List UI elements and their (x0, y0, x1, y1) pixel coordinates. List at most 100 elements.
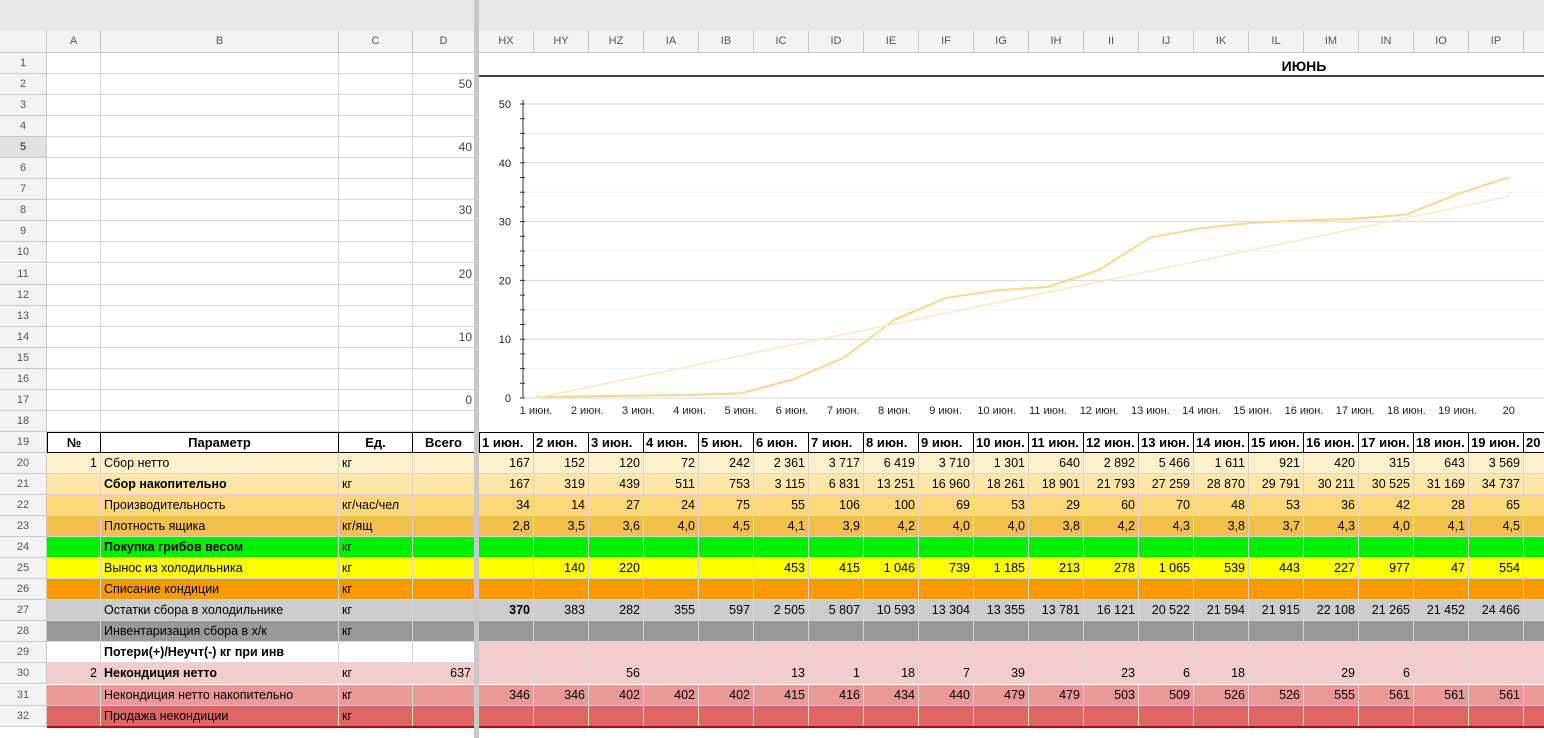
value-cell[interactable]: 152 (534, 452, 589, 474)
empty-cell[interactable] (413, 116, 475, 138)
value-cell[interactable] (479, 579, 534, 601)
total-cell[interactable] (413, 705, 475, 727)
value-cell[interactable]: 278 (1084, 558, 1139, 580)
value-cell[interactable]: 402 (644, 684, 699, 706)
value-cell[interactable] (1084, 705, 1139, 727)
empty-cell[interactable] (47, 221, 101, 243)
value-cell[interactable]: 18 (1194, 663, 1249, 685)
empty-cell[interactable] (47, 263, 101, 285)
value-cell[interactable]: 4,2 (864, 516, 919, 538)
value-cell[interactable]: 640 (1029, 452, 1084, 474)
value-cell[interactable]: 434 (864, 684, 919, 706)
value-cell[interactable]: 6 (1139, 663, 1194, 685)
value-cell[interactable] (699, 621, 754, 643)
column-header[interactable]: IO (1414, 31, 1469, 53)
select-all-corner[interactable] (0, 31, 47, 53)
param-cell[interactable]: Покупка грибов весом (101, 537, 339, 559)
value-cell[interactable]: 597 (699, 600, 754, 622)
value-cell[interactable] (1414, 537, 1469, 559)
row-header[interactable]: 9 (0, 221, 47, 243)
value-cell[interactable]: 453 (754, 558, 809, 580)
value-cell[interactable]: 65 (1469, 495, 1524, 517)
empty-cell[interactable] (47, 95, 101, 117)
value-cell[interactable] (1359, 705, 1414, 727)
row-number-cell[interactable]: 1 (47, 452, 101, 474)
value-cell[interactable]: 526 (1249, 684, 1304, 706)
row-header[interactable]: 32 (0, 705, 47, 727)
value-cell[interactable]: 30 211 (1304, 474, 1359, 496)
value-cell[interactable]: 1 185 (974, 558, 1029, 580)
value-cell[interactable]: 28 (1414, 495, 1469, 517)
value-cell[interactable]: 69 (919, 495, 974, 517)
column-header[interactable]: HY (534, 31, 589, 53)
value-cell[interactable] (974, 705, 1029, 727)
value-cell[interactable] (1414, 642, 1469, 664)
value-cell[interactable]: 16 121 (1084, 600, 1139, 622)
empty-cell[interactable] (101, 347, 339, 369)
frozen-columns-divider[interactable] (474, 0, 479, 738)
value-cell[interactable]: 27 (589, 495, 644, 517)
row-header[interactable]: 20 (0, 452, 47, 474)
value-cell[interactable]: 26 (1524, 600, 1544, 622)
value-cell[interactable]: 739 (919, 558, 974, 580)
column-header[interactable]: II (1084, 31, 1139, 53)
value-cell[interactable]: 3 717 (809, 452, 864, 474)
row-header[interactable]: 23 (0, 516, 47, 538)
value-cell[interactable] (864, 705, 919, 727)
row-number-cell[interactable]: 2 (47, 663, 101, 685)
line-chart[interactable]: ИЮНЬ 50 40 30 20 10 0 1 июн. 2 июн. 3 июн. 4 июн. 5… (479, 52, 1544, 430)
value-cell[interactable]: 4,1 (1414, 516, 1469, 538)
value-cell[interactable]: 479 (974, 684, 1029, 706)
value-cell[interactable]: 29 791 (1249, 474, 1304, 496)
param-cell[interactable]: Производительность (101, 495, 339, 517)
value-cell[interactable] (1414, 663, 1469, 685)
value-cell[interactable] (644, 579, 699, 601)
empty-cell[interactable] (101, 305, 339, 327)
value-cell[interactable] (919, 642, 974, 664)
column-header[interactable]: IP (1469, 31, 1524, 53)
value-cell[interactable]: 34 737 (1469, 474, 1524, 496)
row-header[interactable]: 5 (0, 137, 47, 159)
value-cell[interactable] (1139, 705, 1194, 727)
row-header[interactable]: 24 (0, 537, 47, 559)
value-cell[interactable]: 23 (1084, 663, 1139, 685)
unit-cell[interactable]: кг (339, 452, 413, 474)
value-cell[interactable]: 70 (1139, 495, 1194, 517)
value-cell[interactable] (479, 621, 534, 643)
value-cell[interactable] (1469, 663, 1524, 685)
value-cell[interactable] (1524, 495, 1544, 517)
value-cell[interactable] (1249, 642, 1304, 664)
value-cell[interactable] (974, 621, 1029, 643)
empty-cell[interactable] (101, 326, 339, 348)
value-cell[interactable] (1304, 537, 1359, 559)
value-cell[interactable]: 21 594 (1194, 600, 1249, 622)
value-cell[interactable]: 443 (1249, 558, 1304, 580)
value-cell[interactable]: 370 (479, 600, 534, 622)
value-cell[interactable]: 39 (974, 663, 1029, 685)
empty-cell[interactable] (413, 158, 475, 180)
empty-cell[interactable] (339, 95, 413, 117)
value-cell[interactable]: 4,0 (974, 516, 1029, 538)
empty-cell[interactable] (413, 410, 475, 432)
value-cell[interactable]: 753 (699, 474, 754, 496)
value-cell[interactable] (644, 705, 699, 727)
empty-cell[interactable] (413, 368, 475, 390)
value-cell[interactable] (534, 621, 589, 643)
param-cell[interactable]: Остатки сбора в холодильнике (101, 600, 339, 622)
value-cell[interactable]: 346 (534, 684, 589, 706)
value-cell[interactable] (1029, 579, 1084, 601)
value-cell[interactable]: 503 (1084, 684, 1139, 706)
row-header[interactable]: 10 (0, 242, 47, 264)
value-cell[interactable]: 3,8 (1194, 516, 1249, 538)
value-cell[interactable]: 48 (1194, 495, 1249, 517)
value-cell[interactable] (1304, 705, 1359, 727)
value-cell[interactable] (974, 579, 1029, 601)
value-cell[interactable] (1194, 642, 1249, 664)
unit-cell[interactable]: кг (339, 600, 413, 622)
value-cell[interactable] (534, 663, 589, 685)
row-header[interactable]: 4 (0, 116, 47, 138)
value-cell[interactable] (1469, 642, 1524, 664)
value-cell[interactable]: 14 (534, 495, 589, 517)
param-cell[interactable]: Некондиция нетто накопительно (101, 684, 339, 706)
value-cell[interactable]: 18 (864, 663, 919, 685)
